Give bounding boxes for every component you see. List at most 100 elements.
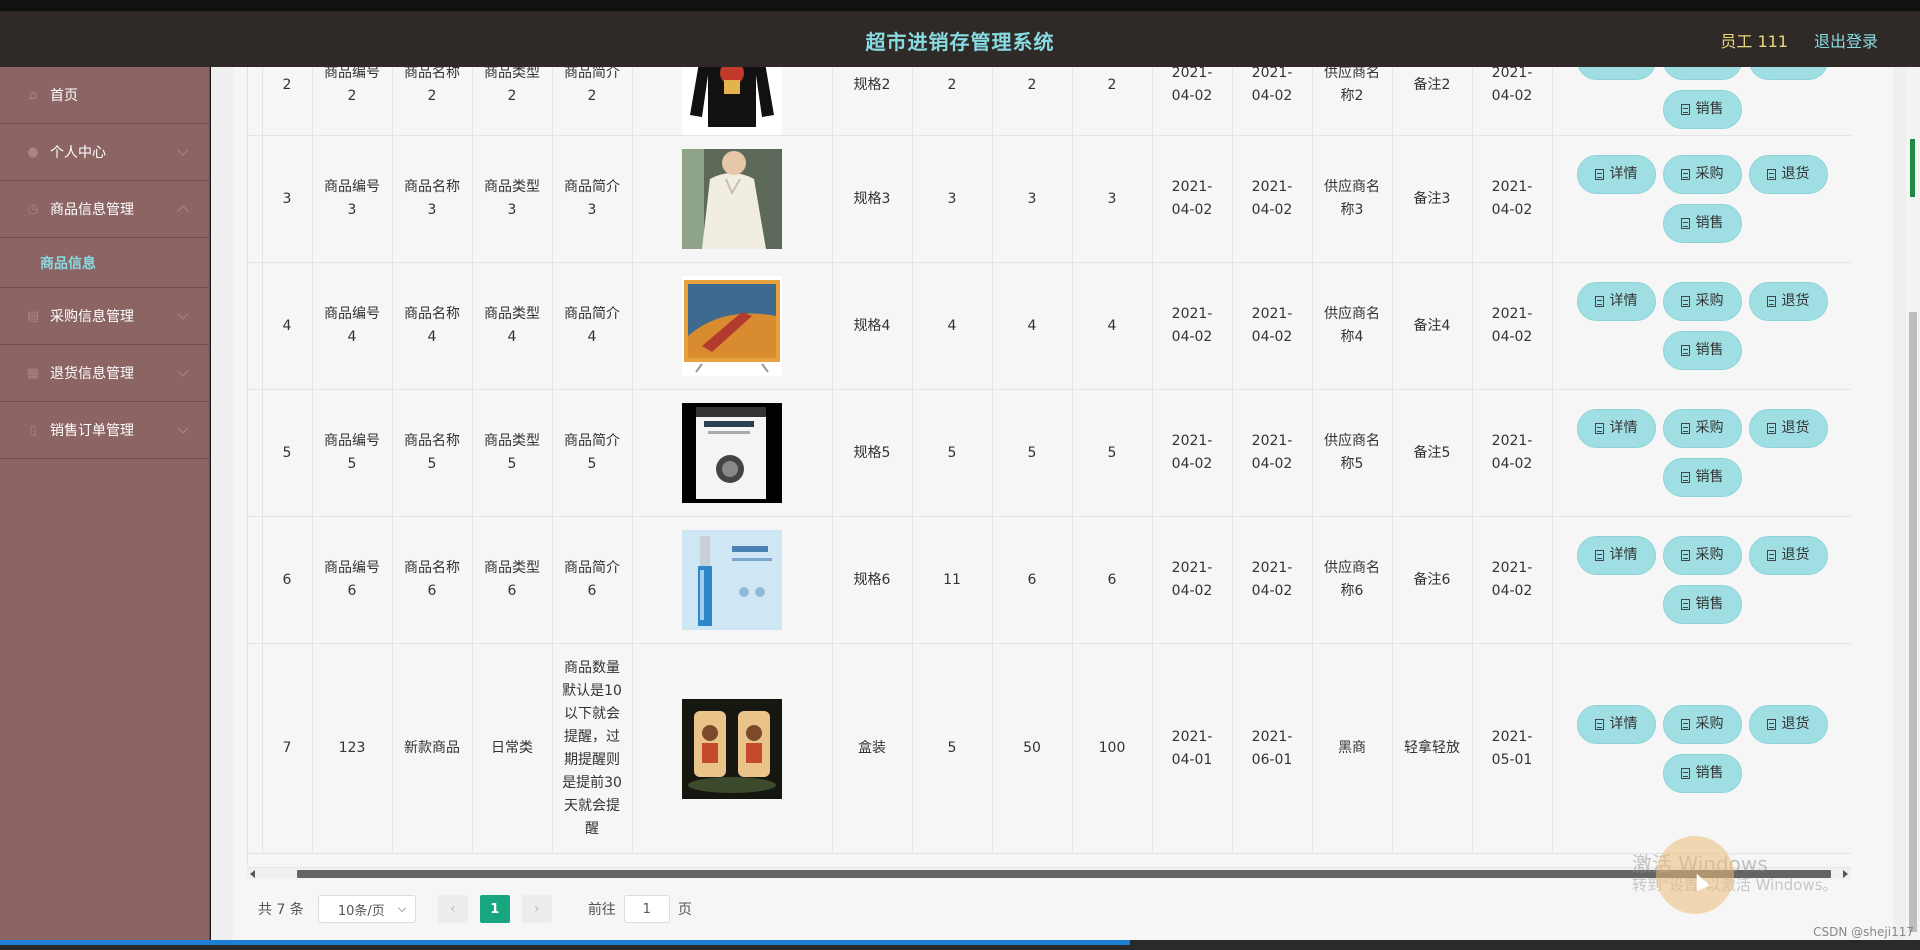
sidebar-item-return-management[interactable]: ▦ 退货信息管理 <box>0 345 209 402</box>
logout-button[interactable]: 退出登录 <box>1814 28 1878 52</box>
goods-image[interactable] <box>682 530 782 630</box>
purchase-icon: ▤ <box>26 308 40 324</box>
cell-goods-name: 商品名称2 <box>392 67 473 136</box>
sell-button[interactable]: 销售 <box>1662 585 1742 624</box>
detail-button[interactable]: 详情 <box>1576 536 1656 575</box>
cell-goods-image <box>632 643 833 854</box>
detail-button[interactable]: 详情 <box>1576 67 1656 80</box>
detail-button[interactable]: 详情 <box>1576 282 1656 321</box>
vertical-scrollbar[interactable] <box>1906 67 1920 940</box>
document-icon <box>1594 423 1604 434</box>
cell-goods-intro: 商品数量默认是10以下就会提醒，过期提醒则是提前30天就会提醒 <box>552 643 633 854</box>
goods-image[interactable] <box>682 276 782 376</box>
home-icon: ⌂ <box>28 87 38 103</box>
goods-image[interactable] <box>682 698 782 799</box>
cell-goods-type: 商品类型5 <box>472 389 553 517</box>
row-selection-cell[interactable] <box>248 643 263 854</box>
page-number-current[interactable]: 1 <box>479 895 510 923</box>
purchase-button[interactable]: 采购 <box>1662 536 1742 575</box>
sidebar-item-home[interactable]: ⌂ 首页 <box>0 67 209 124</box>
current-user-label: 员工 111 <box>1720 32 1788 51</box>
cell-supplier: 供应商名称6 <box>1312 516 1393 644</box>
return-button[interactable]: 退货 <box>1748 704 1828 744</box>
cell-value: 2 <box>992 67 1073 136</box>
purchase-button[interactable]: 采购 <box>1662 409 1742 448</box>
goods-image[interactable] <box>682 403 782 503</box>
cell-goods-image <box>632 389 833 517</box>
purchase-button[interactable]: 采购 <box>1662 155 1742 194</box>
purchase-button[interactable]: 采购 <box>1662 282 1742 321</box>
scrollbar-thumb[interactable] <box>1909 312 1917 932</box>
goods-icon: ◷ <box>27 201 39 217</box>
return-button[interactable]: 退货 <box>1748 536 1828 575</box>
next-page-button[interactable]: › <box>521 895 552 923</box>
cell-value: 3 <box>992 135 1073 263</box>
return-button[interactable]: 退货 <box>1748 67 1828 80</box>
row-selection-cell[interactable] <box>248 135 263 263</box>
cell-supplier: 供应商名称2 <box>1312 67 1393 136</box>
sidebar-item-purchase-management[interactable]: ▤ 采购信息管理 <box>0 288 209 345</box>
sell-button[interactable]: 销售 <box>1662 753 1742 793</box>
sidebar-subitem-goods-info[interactable]: 商品信息 <box>0 238 209 288</box>
document-icon <box>1680 423 1690 434</box>
window-top-strip <box>0 0 1920 11</box>
sell-button[interactable]: 销售 <box>1662 458 1742 497</box>
cell-goods-name: 新款商品 <box>392 643 473 854</box>
sidebar-item-label: 个人中心 <box>50 145 106 161</box>
cell-value: 5 <box>992 389 1073 517</box>
horizontal-scrollbar[interactable] <box>247 867 1851 879</box>
purchase-button[interactable]: 采购 <box>1662 704 1742 744</box>
cell-spec: 规格4 <box>832 262 913 390</box>
purchase-label: 采购 <box>1695 547 1724 563</box>
cell-value: 100 <box>1072 643 1153 854</box>
row-selection-cell[interactable] <box>248 389 263 517</box>
detail-button[interactable]: 详情 <box>1576 704 1656 744</box>
return-button[interactable]: 退货 <box>1748 155 1828 194</box>
detail-button[interactable]: 详情 <box>1576 155 1656 194</box>
scroll-left-icon[interactable] <box>250 870 255 878</box>
cell-supplier: 供应商名称4 <box>1312 262 1393 390</box>
goto-page-input[interactable] <box>623 895 670 923</box>
return-button[interactable]: 退货 <box>1748 282 1828 321</box>
table-row: 7 123 新款商品 日常类 商品数量默认是10以下就会提醒，过期提醒则是提前30天就会… <box>248 643 1851 854</box>
sidebar-item-sales-management[interactable]: ▯ 销售订单管理 <box>0 402 209 459</box>
cell-date: 2021-04-02 <box>1232 135 1313 263</box>
cell-actions: 详情 采购 退货销售 <box>1552 135 1851 263</box>
goods-image[interactable] <box>682 67 782 135</box>
sell-button[interactable]: 销售 <box>1662 331 1742 370</box>
sell-button[interactable]: 销售 <box>1662 204 1742 243</box>
pagination: 共 7 条 10条/页 ‹ 1 › 前往 页 <box>258 895 692 923</box>
sidebar-item-profile[interactable]: ● 个人中心 <box>0 124 209 181</box>
cell-spec: 规格3 <box>832 135 913 263</box>
goto-label: 前往 <box>587 902 616 918</box>
row-selection-cell[interactable] <box>248 67 263 136</box>
row-selection-cell[interactable] <box>248 516 263 644</box>
goods-image[interactable] <box>682 149 782 249</box>
document-icon <box>1594 718 1604 730</box>
document-icon <box>1766 718 1776 730</box>
document-icon <box>1594 169 1604 180</box>
cell-goods-intro: 商品简介3 <box>552 135 633 263</box>
return-button[interactable]: 退货 <box>1748 409 1828 448</box>
page-size-select[interactable]: 10条/页 <box>317 895 416 923</box>
sell-button[interactable]: 销售 <box>1662 90 1742 129</box>
cell-goods-code: 123 <box>312 643 393 854</box>
sell-label: 销售 <box>1695 596 1724 612</box>
prev-page-button[interactable]: ‹ <box>437 895 468 923</box>
purchase-button[interactable]: 采购 <box>1662 67 1742 80</box>
scroll-right-icon[interactable] <box>1843 870 1848 878</box>
sell-label: 销售 <box>1695 764 1724 781</box>
sidebar-item-goods-management[interactable]: ◷ 商品信息管理 <box>0 181 209 238</box>
cell-goods-name: 商品名称6 <box>392 516 473 644</box>
return-label: 退货 <box>1781 420 1810 436</box>
document-icon <box>1680 718 1690 730</box>
detail-button[interactable]: 详情 <box>1576 409 1656 448</box>
sidebar-item-label: 退货信息管理 <box>50 366 134 382</box>
cell-spec: 规格2 <box>832 67 913 136</box>
cell-date: 2021-04-02 <box>1472 135 1553 263</box>
document-icon <box>1766 423 1776 434</box>
cell-goods-type: 商品类型3 <box>472 135 553 263</box>
scrollbar-thumb[interactable] <box>297 870 1831 878</box>
return-label: 退货 <box>1781 547 1810 563</box>
row-selection-cell[interactable] <box>248 262 263 390</box>
